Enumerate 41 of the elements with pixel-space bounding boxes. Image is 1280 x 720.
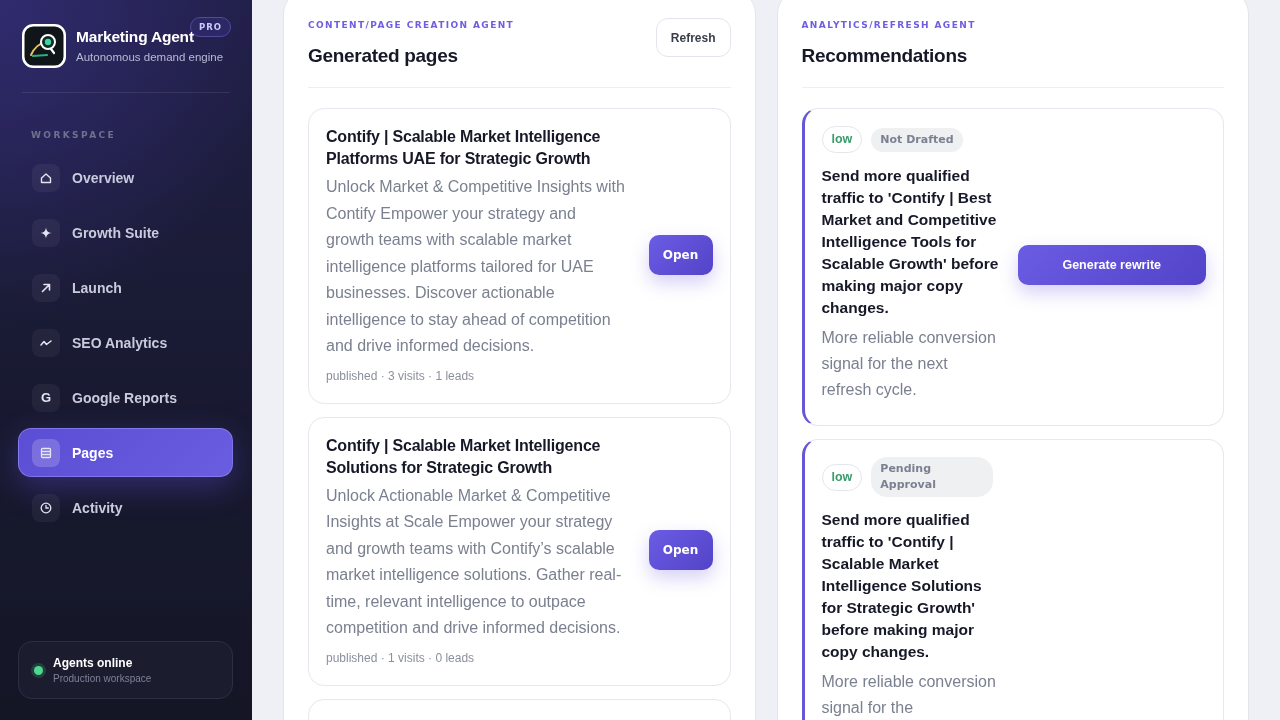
page-meta: published · 1 visits · 0 leads — [326, 649, 476, 666]
status-title: Agents online — [53, 655, 134, 670]
nav-item[interactable]: Pages — [18, 428, 233, 477]
list-icon — [32, 438, 60, 467]
nav-item[interactable]: SEO Analytics — [18, 318, 233, 367]
nav-item[interactable]: Activity — [18, 483, 233, 532]
sparkle-icon — [32, 218, 60, 247]
panel-title: Generated pages — [308, 44, 459, 68]
app-subtitle: Autonomous demand engine — [76, 50, 224, 64]
home-icon — [32, 163, 60, 192]
letter-icon: G — [32, 383, 60, 412]
nav-item[interactable]: Overview — [18, 153, 233, 202]
panel-title: Recommendations — [801, 44, 968, 68]
refresh-button[interactable]: Refresh — [655, 18, 731, 57]
section-label: WORKSPACE — [30, 129, 118, 141]
panel-eyebrow: ANALYTICS/REFRESH AGENT — [801, 19, 976, 32]
status-subtitle: Production workspace — [53, 672, 152, 685]
recommendation-text: Send more qualified traffic to 'Contify | Scalable Market Intelligence Solutions for Strategic Growth' before making major copy changes. — [821, 510, 983, 662]
clock-icon — [32, 493, 60, 522]
recommendation-reason: More reliable conversion signal for the next refresh cycle. — [821, 328, 997, 400]
app-logo — [22, 24, 66, 68]
page-title: Contify | Scalable Market Intelligence Solutions for Strategic Growth — [326, 435, 602, 478]
priority-tag: low — [821, 126, 863, 153]
page-description: Unlock Market & Competitive Insights with Contify Empower your strategy and growth teams with scalable market intelligence platforms tailored for UAE businesses. Discover actionable intelligence to stay ahead of competition and drive informed decisions. — [326, 177, 626, 356]
page-meta: published · 3 visits · 1 leads — [326, 367, 476, 384]
generate-rewrite-button[interactable]: Generate rewrite — [1017, 244, 1206, 285]
open-button[interactable]: Open — [648, 234, 713, 275]
recommendation-text: Send more qualified traffic to 'Contify | Best Market and Competitive Intelligence Tools for Scalable Growth' before making major copy changes. — [821, 166, 1000, 318]
page-description: Unlock Actionable Market & Competitive Insights at Scale Empower your strategy and growth teams with Contify’s scalable market intelligence solutions. Gather real-time, relevant intelligence to outpace competition and drive informed decisions. — [326, 485, 623, 638]
nav-item[interactable]: G Google Reports — [18, 373, 233, 422]
arrow-icon — [32, 273, 60, 302]
open-button[interactable]: Open — [648, 530, 713, 570]
page-title: Contify | Scalable Market Intelligence Platforms UAE for Strategic Growth — [326, 127, 602, 169]
priority-tag: low — [821, 463, 863, 491]
squiggle-icon — [32, 328, 60, 357]
panel-eyebrow: CONTENT/PAGE CREATION AGENT — [308, 19, 515, 32]
recommendation-reason: More reliable conversion signal for the — [821, 672, 997, 718]
status-tag: Pending Approval — [871, 457, 994, 497]
nav-item[interactable]: Growth Suite — [18, 208, 233, 257]
nav-item[interactable]: Launch — [18, 263, 233, 312]
status-tag: Not Drafted — [871, 127, 963, 152]
